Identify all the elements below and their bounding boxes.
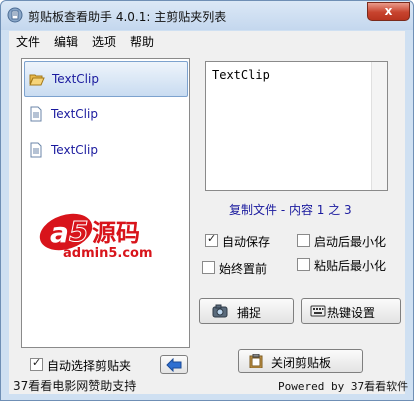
- clip-list[interactable]: TextClip TextClip TextClip a 5 源码 admin5…: [21, 58, 190, 348]
- sponsor-text: 37看看电影网赞助支持: [13, 379, 137, 393]
- hotkey-settings-label: 热键设置: [327, 306, 376, 320]
- close-clipboard-label: 关闭剪贴板: [271, 356, 332, 370]
- menu-help[interactable]: 帮助: [130, 33, 154, 50]
- keyboard-icon: [310, 305, 326, 317]
- clip-list-item[interactable]: TextClip: [24, 97, 188, 133]
- checkbox-box[interactable]: [202, 261, 215, 274]
- main-window: 剪贴板查看助手 4.0.1: 主剪贴夹列表 x 文件 编辑 选项 帮助 Text…: [0, 0, 414, 401]
- auto-select-folder-checkbox[interactable]: 自动选择剪贴夹: [30, 356, 150, 373]
- always-on-top-checkbox[interactable]: 始终置前: [202, 260, 282, 276]
- document-icon: [30, 106, 42, 122]
- arrow-left-icon: [166, 358, 182, 372]
- checkbox-box[interactable]: [205, 232, 218, 247]
- clipboard-icon: [249, 354, 263, 368]
- content-status: 复制文件 - 内容 1 之 3: [229, 203, 352, 217]
- powered-by-text: Powered by 37看看软件: [278, 380, 409, 393]
- auto-select-folder-label: 自动选择剪贴夹: [47, 359, 132, 373]
- clip-list-item-label: TextClip: [51, 107, 98, 121]
- clip-list-item[interactable]: TextClip: [24, 133, 188, 169]
- client-area: TextClip TextClip TextClip a 5 源码 admin5…: [9, 51, 409, 394]
- close-icon: x: [384, 4, 393, 18]
- menu-options[interactable]: 选项: [92, 33, 116, 50]
- checkbox-box[interactable]: [297, 258, 310, 271]
- minimize-after-paste-label: 粘贴后最小化: [314, 259, 387, 273]
- svg-text:5: 5: [69, 215, 88, 248]
- svg-text:源码: 源码: [92, 219, 140, 247]
- clip-content-textarea[interactable]: TextClip: [205, 61, 388, 191]
- menu-file[interactable]: 文件: [16, 33, 40, 50]
- camera-icon: [212, 304, 228, 318]
- checkbox-box[interactable]: [30, 356, 43, 371]
- clip-list-item-label: TextClip: [52, 72, 99, 86]
- window-title: 剪贴板查看助手 4.0.1: 主剪贴夹列表: [28, 10, 227, 24]
- checkbox-box[interactable]: [297, 234, 310, 247]
- svg-text:admin5.com: admin5.com: [63, 246, 153, 261]
- svg-text:a: a: [50, 216, 69, 249]
- auto-save-label: 自动保存: [222, 235, 271, 249]
- back-arrow-button[interactable]: [160, 355, 188, 374]
- always-on-top-label: 始终置前: [219, 262, 268, 276]
- minimize-after-start-label: 启动后最小化: [314, 235, 387, 249]
- minimize-after-paste-checkbox[interactable]: 粘贴后最小化: [297, 257, 393, 273]
- textarea-scrollbar[interactable]: [371, 62, 387, 190]
- capture-button[interactable]: 捕捉: [199, 298, 294, 324]
- auto-save-checkbox[interactable]: 自动保存: [205, 232, 285, 249]
- minimize-after-start-checkbox[interactable]: 启动后最小化: [297, 233, 393, 249]
- close-clipboard-button[interactable]: 关闭剪贴板: [238, 349, 363, 373]
- document-icon: [30, 142, 42, 158]
- hotkey-settings-button[interactable]: 热键设置: [301, 298, 401, 324]
- clip-list-item-label: TextClip: [51, 143, 98, 157]
- app-icon: [7, 7, 23, 23]
- admin5-watermark-logo: a 5 源码 admin5.com: [39, 213, 153, 261]
- clip-list-item[interactable]: TextClip: [24, 61, 188, 97]
- menu-edit[interactable]: 编辑: [54, 33, 78, 50]
- title-bar[interactable]: 剪贴板查看助手 4.0.1: 主剪贴夹列表 x: [1, 1, 413, 30]
- clip-content-text: TextClip: [212, 68, 270, 82]
- menu-bar: 文件 编辑 选项 帮助: [9, 31, 405, 51]
- close-button[interactable]: x: [367, 2, 410, 21]
- capture-button-label: 捕捉: [237, 306, 262, 320]
- folder-open-icon: [29, 74, 45, 86]
